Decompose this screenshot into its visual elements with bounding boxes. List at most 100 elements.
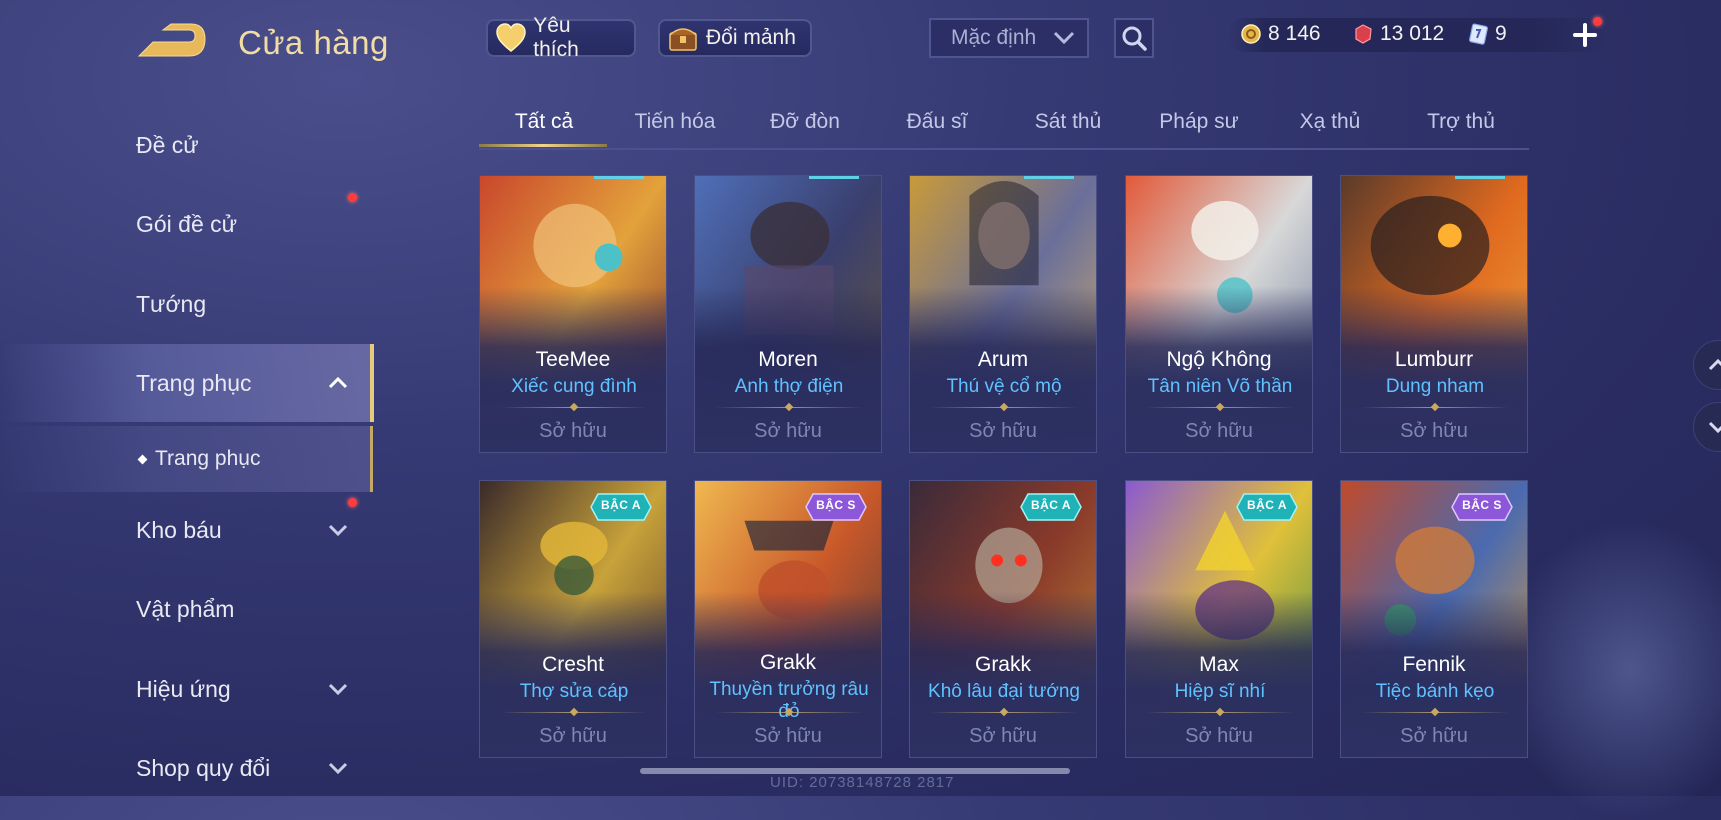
sort-value: Mặc định bbox=[951, 26, 1037, 49]
sidebar-item-label: Đề cử bbox=[136, 131, 199, 158]
sidebar-item-heroes[interactable]: Tướng bbox=[0, 269, 370, 339]
card-top-accent bbox=[1455, 176, 1505, 179]
hero-name: TeeMee bbox=[535, 348, 611, 371]
hero-name: Ngộ Không bbox=[1166, 348, 1272, 371]
skin-card[interactable]: Ngộ Không Tân niên Võ thần Sở hữu bbox=[1125, 175, 1313, 453]
skin-name: Tân niên Võ thần bbox=[1147, 376, 1293, 397]
exchange-label: Đổi mảnh bbox=[706, 26, 796, 49]
back-arrow-icon bbox=[137, 23, 206, 57]
gold-amount: 8 146 bbox=[1268, 22, 1321, 45]
scroll-down-button[interactable] bbox=[1693, 402, 1721, 452]
skin-card[interactable]: Arum Thú vệ cổ mộ Sở hữu bbox=[909, 175, 1097, 453]
rank-badge: BẬC S bbox=[805, 492, 867, 522]
rank-badge: BẬC A bbox=[590, 492, 652, 522]
skin-card[interactable]: Moren Anh thợ điện Sở hữu bbox=[694, 175, 882, 453]
sidebar-item-label: Hiệu ứng bbox=[136, 675, 231, 702]
skin-name: Xiếc cung đình bbox=[511, 376, 637, 397]
skin-card[interactable]: BẬC S Grakk Thuyền trưởng râu đỏ Sở hữu bbox=[694, 480, 882, 758]
sidebar-subitem-costumes[interactable]: Trang phục bbox=[0, 426, 373, 492]
sidebar-item-label: Tướng bbox=[136, 290, 207, 317]
sort-dropdown[interactable]: Mặc định bbox=[929, 18, 1089, 58]
chevron-down-icon bbox=[1053, 31, 1075, 45]
owned-status: Sở hữu bbox=[1400, 725, 1468, 747]
voucher-amount: 9 bbox=[1495, 22, 1507, 45]
sidebar-item-treasure[interactable]: Kho báu bbox=[0, 495, 370, 565]
active-tab-indicator bbox=[479, 144, 607, 147]
skin-card[interactable]: Lumburr Dung nham Sở hữu bbox=[1340, 175, 1528, 453]
red-gem-icon bbox=[1355, 24, 1372, 44]
tab-marksman[interactable]: Xạ thủ bbox=[1265, 110, 1395, 134]
skin-name: Thú vệ cổ mộ bbox=[946, 376, 1062, 397]
skin-card[interactable]: BẬC A Max Hiệp sĩ nhí Sở hữu bbox=[1125, 480, 1313, 758]
tab-fighter[interactable]: Đấu sĩ bbox=[872, 110, 1002, 134]
chevron-down-icon bbox=[328, 524, 348, 537]
background-glow bbox=[1500, 520, 1721, 820]
card-top-accent bbox=[594, 176, 644, 179]
chevron-down-icon bbox=[328, 762, 348, 775]
skin-card[interactable]: BẬC A Grakk Khô lâu đại tướng Sở hữu bbox=[909, 480, 1097, 758]
hero-name: Arum bbox=[977, 348, 1029, 371]
page-title: Cửa hàng bbox=[238, 24, 389, 61]
owned-status: Sở hữu bbox=[754, 420, 822, 442]
search-button[interactable] bbox=[1114, 18, 1154, 58]
owned-status: Sở hữu bbox=[1400, 420, 1468, 442]
hero-name: Grakk bbox=[974, 653, 1031, 676]
hero-name: Cresht bbox=[542, 653, 604, 676]
treasure-chest-icon bbox=[666, 21, 700, 55]
scroll-up-button[interactable] bbox=[1693, 340, 1721, 390]
skin-card[interactable]: BẬC A Cresht Thợ sửa cáp Sở hữu bbox=[479, 480, 667, 758]
tab-evolution[interactable]: Tiến hóa bbox=[610, 110, 740, 134]
back-button[interactable] bbox=[135, 22, 207, 60]
gold-currency: 8 146 bbox=[1240, 22, 1321, 46]
chevron-up-icon bbox=[328, 376, 348, 389]
tab-all[interactable]: Tất cả bbox=[479, 110, 609, 134]
hero-name: Moren bbox=[758, 348, 818, 371]
home-indicator[interactable] bbox=[640, 768, 1070, 774]
owned-status: Sở hữu bbox=[969, 420, 1037, 442]
rank-label: BẬC A bbox=[600, 498, 642, 512]
rank-badge: BẬC S bbox=[1451, 492, 1513, 522]
voucher-currency: 9 bbox=[1467, 22, 1507, 46]
sidebar-item-exchange-shop[interactable]: Shop quy đổi bbox=[0, 733, 370, 803]
rank-badge: BẬC A bbox=[1020, 492, 1082, 522]
quan-huy-currency: 13 012 bbox=[1352, 22, 1444, 46]
chevron-down-icon bbox=[1708, 421, 1721, 434]
sidebar-item-costumes[interactable]: Trang phục bbox=[0, 344, 374, 422]
tab-mage[interactable]: Pháp sư bbox=[1134, 110, 1264, 134]
sidebar-item-label: Trang phục bbox=[155, 447, 261, 470]
card-top-accent bbox=[1024, 176, 1074, 179]
voucher-icon bbox=[1469, 23, 1488, 45]
owned-status: Sở hữu bbox=[539, 420, 607, 442]
rank-label: BẬC S bbox=[1462, 498, 1502, 512]
skin-name: Thuyền trưởng râu đỏ bbox=[709, 679, 869, 722]
sidebar-item-items[interactable]: Vật phẩm bbox=[0, 574, 370, 644]
sidebar-item-recommended[interactable]: Đề cử bbox=[0, 110, 370, 180]
tab-assassin[interactable]: Sát thủ bbox=[1003, 110, 1133, 134]
category-tabs: Tất cả Tiến hóa Đỡ đòn Đấu sĩ Sát thủ Ph… bbox=[479, 100, 1529, 150]
tab-support[interactable]: Trợ thủ bbox=[1396, 110, 1526, 134]
owned-status: Sở hữu bbox=[539, 725, 607, 747]
skin-name: Hiệp sĩ nhí bbox=[1174, 681, 1266, 702]
favorite-label: Yêu thích bbox=[533, 14, 579, 61]
skin-name: Dung nham bbox=[1385, 376, 1485, 397]
hero-name: Grakk bbox=[759, 651, 816, 674]
sidebar-item-label: Gói đề cử bbox=[136, 210, 238, 237]
hero-name: Max bbox=[1199, 653, 1239, 676]
sidebar-item-label: Trang phục bbox=[136, 369, 252, 396]
card-top-accent bbox=[809, 176, 859, 179]
favorite-button[interactable]: Yêu thích bbox=[486, 14, 636, 61]
sidebar-item-recommended-packs[interactable]: Gói đề cử bbox=[0, 189, 370, 259]
sidebar-item-effects[interactable]: Hiệu ứng bbox=[0, 654, 370, 724]
hero-name: Lumburr bbox=[1394, 348, 1474, 371]
exchange-fragments-button[interactable]: Đổi mảnh bbox=[658, 19, 812, 57]
tab-tank[interactable]: Đỡ đòn bbox=[740, 110, 870, 134]
skin-card[interactable]: BẬC S Fennik Tiệc bánh kẹo Sở hữu bbox=[1340, 480, 1528, 758]
rank-label: BẬC A bbox=[1030, 498, 1072, 512]
sidebar-item-label: Vật phẩm bbox=[136, 595, 235, 622]
skin-card[interactable]: TeeMee Xiếc cung đình Sở hữu bbox=[479, 175, 667, 453]
skin-name: Tiệc bánh kẹo bbox=[1375, 681, 1495, 702]
rank-label: BẬC A bbox=[1246, 498, 1288, 512]
sidebar-item-label: Kho báu bbox=[136, 516, 222, 543]
skin-name: Khô lâu đại tướng bbox=[928, 681, 1080, 702]
notification-dot bbox=[348, 498, 357, 507]
